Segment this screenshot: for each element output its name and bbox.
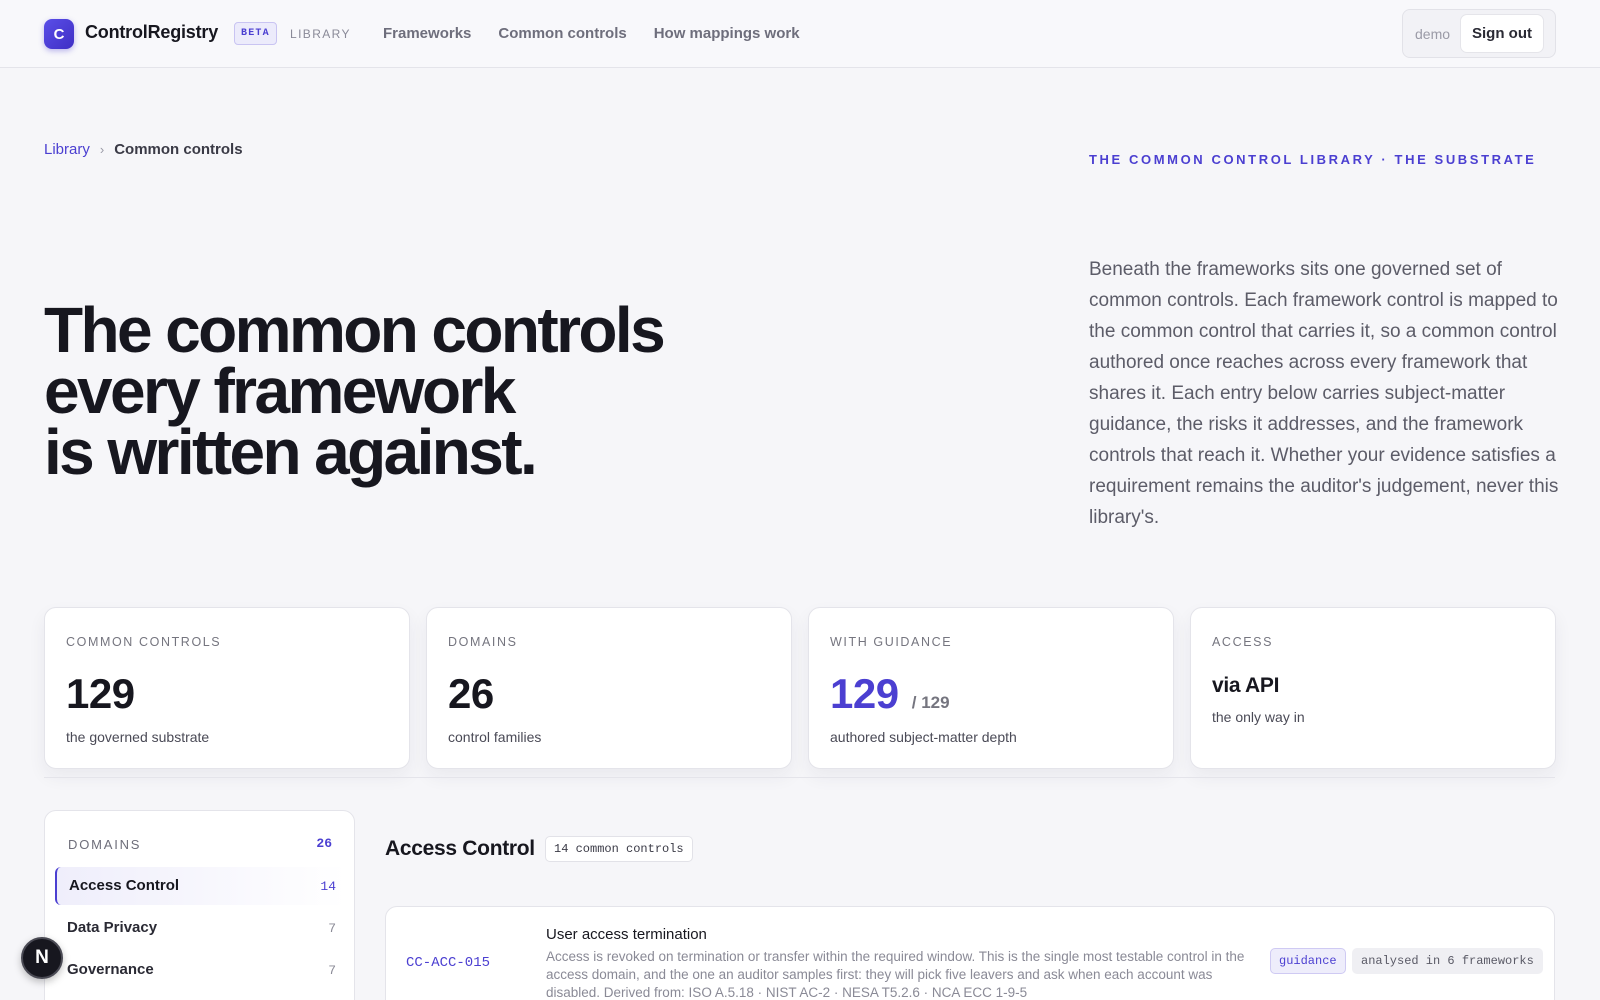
nav-common-controls[interactable]: Common controls bbox=[498, 25, 626, 42]
sign-out-button[interactable]: Sign out bbox=[1460, 14, 1544, 53]
stat-card-with-guidance: WITH GUIDANCE 129 / 129 authored subject… bbox=[808, 607, 1174, 769]
floating-n-button[interactable]: N bbox=[21, 937, 63, 979]
stat-card-common-controls: COMMON CONTROLS 129 the governed substra… bbox=[44, 607, 410, 769]
title-line: every framework bbox=[44, 355, 516, 427]
stat-value: 129 / 129 bbox=[830, 670, 950, 718]
title-line: is written against. bbox=[44, 416, 538, 488]
stats-row: COMMON CONTROLS 129 the governed substra… bbox=[44, 607, 1556, 769]
hero-description: Beneath the frameworks sits one governed… bbox=[1089, 259, 1559, 528]
stat-card-access: ACCESS via API the only way in bbox=[1190, 607, 1556, 769]
hero-eyebrow: THE COMMON CONTROL LIBRARY · THE SUBSTRA… bbox=[1089, 152, 1537, 167]
stat-label: ACCESS bbox=[1212, 635, 1274, 649]
stat-value: via API bbox=[1212, 674, 1280, 697]
domain-name: Data Privacy bbox=[67, 919, 158, 936]
stat-subtext: the governed substrate bbox=[66, 729, 210, 745]
breadcrumb-separator: › bbox=[99, 142, 105, 157]
stat-label: DOMAINS bbox=[448, 635, 518, 649]
breadcrumb-library-link[interactable]: Library bbox=[44, 141, 90, 158]
nav-how-mappings-work[interactable]: How mappings work bbox=[654, 25, 800, 42]
stat-value-total: / 129 bbox=[911, 693, 950, 712]
guidance-tag: guidance bbox=[1270, 948, 1346, 974]
domains-heading: DOMAINS bbox=[68, 837, 142, 852]
top-navigation-bar: C ControlRegistry BETA LIBRARY Framework… bbox=[0, 0, 1600, 68]
section-tag: LIBRARY bbox=[290, 27, 351, 41]
title-line: The common controls bbox=[44, 294, 666, 366]
sidebar-item-governance[interactable]: Governance 7 bbox=[55, 951, 346, 989]
section-divider bbox=[44, 777, 1555, 778]
stat-value-number: 129 bbox=[830, 670, 899, 717]
control-name[interactable]: User access termination bbox=[546, 926, 707, 943]
breadcrumb-current: Common controls bbox=[114, 141, 243, 158]
stat-subtext: authored subject-matter depth bbox=[830, 729, 1017, 745]
account-box: demo Sign out bbox=[1402, 9, 1556, 58]
sidebar-item-data-privacy[interactable]: Data Privacy 7 bbox=[55, 909, 346, 947]
stat-label: WITH GUIDANCE bbox=[830, 635, 953, 649]
stat-subtext: the only way in bbox=[1212, 709, 1305, 725]
domain-count: 7 bbox=[328, 963, 336, 978]
domains-sidebar: DOMAINS 26 Access Control 14 Data Privac… bbox=[44, 810, 355, 1000]
domain-count: 14 bbox=[320, 879, 336, 894]
control-description: Access is revoked on termination or tran… bbox=[546, 949, 1245, 1000]
frameworks-tag: analysed in 6 frameworks bbox=[1352, 948, 1543, 974]
section-title: Access Control bbox=[385, 837, 535, 860]
domain-count: 7 bbox=[328, 921, 336, 936]
domains-count: 26 bbox=[316, 836, 332, 851]
section-count-badge: 14 common controls bbox=[545, 836, 693, 862]
domain-name: Access Control bbox=[69, 877, 180, 894]
logo-icon[interactable]: C bbox=[44, 19, 74, 49]
sidebar-item-access-control[interactable]: Access Control 14 bbox=[55, 867, 346, 905]
stat-card-domains: DOMAINS 26 control families bbox=[426, 607, 792, 769]
control-id[interactable]: CC-ACC-015 bbox=[406, 955, 490, 971]
stat-subtext: control families bbox=[448, 729, 542, 745]
breadcrumb: Library › Common controls bbox=[44, 141, 243, 158]
stat-value: 26 bbox=[448, 670, 494, 717]
main-nav: Frameworks Common controls How mappings … bbox=[383, 25, 800, 42]
beta-badge: BETA bbox=[234, 22, 277, 45]
username: demo bbox=[1415, 26, 1451, 42]
stat-value: 129 bbox=[66, 670, 135, 717]
domain-name: Governance bbox=[67, 961, 154, 978]
page-title: The common controls every framework is w… bbox=[44, 294, 804, 488]
stat-label: COMMON CONTROLS bbox=[66, 635, 222, 649]
control-card[interactable]: CC-ACC-015 User access termination Acces… bbox=[385, 906, 1555, 1000]
brand-name[interactable]: ControlRegistry bbox=[85, 22, 218, 43]
nav-frameworks[interactable]: Frameworks bbox=[383, 25, 471, 42]
